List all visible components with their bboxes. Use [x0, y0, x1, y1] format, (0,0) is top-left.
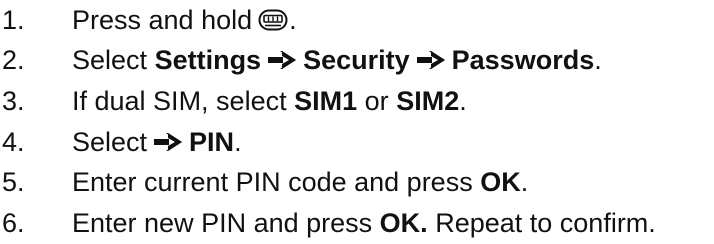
step-number: 1. — [2, 5, 25, 35]
passwords-label: Passwords — [451, 45, 595, 75]
step-number: 5. — [2, 167, 25, 197]
step-text: Select — [72, 127, 148, 157]
ok-label: OK. — [379, 208, 428, 238]
step-6: 6. Enter new PIN and press OK. Repeat to… — [0, 203, 656, 243]
step-text-end: . — [594, 45, 602, 75]
menu-key-icon — [258, 9, 288, 31]
arrow-right-icon — [416, 51, 445, 69]
step-number: 4. — [2, 127, 25, 157]
step-4: 4. Select PIN . — [0, 122, 242, 162]
step-text: Enter current PIN code and press — [72, 167, 473, 197]
settings-label: Settings — [154, 45, 262, 75]
step-1: 1. Press and hold . — [0, 0, 297, 40]
sim2-label: SIM2 — [396, 86, 460, 116]
step-text-end: Repeat to confirm. — [435, 208, 656, 238]
step-text: Press and hold — [72, 5, 253, 35]
step-number: 3. — [2, 86, 25, 116]
step-text-end: . — [289, 5, 297, 35]
step-text: If dual SIM, select — [72, 86, 287, 116]
sim1-label: SIM1 — [294, 86, 358, 116]
step-text-or: or — [364, 86, 389, 116]
pin-label: PIN — [189, 127, 235, 157]
ok-label: OK — [480, 167, 521, 197]
step-text-end: . — [459, 86, 467, 116]
step-text-end: . — [520, 167, 529, 197]
step-text: Select — [72, 45, 148, 75]
arrow-right-icon — [268, 51, 297, 69]
security-label: Security — [303, 45, 410, 75]
step-number: 6. — [2, 208, 25, 238]
step-text: Enter new PIN and press — [72, 208, 373, 238]
step-3: 3. If dual SIM, select SIM1 or SIM2 . — [0, 81, 467, 121]
step-5: 5. Enter current PIN code and press OK . — [0, 162, 528, 202]
arrow-right-icon — [154, 133, 183, 151]
step-text-end: . — [234, 127, 242, 157]
step-number: 2. — [2, 45, 25, 75]
step-2: 2. Select Settings Security Passwords . — [0, 40, 602, 80]
